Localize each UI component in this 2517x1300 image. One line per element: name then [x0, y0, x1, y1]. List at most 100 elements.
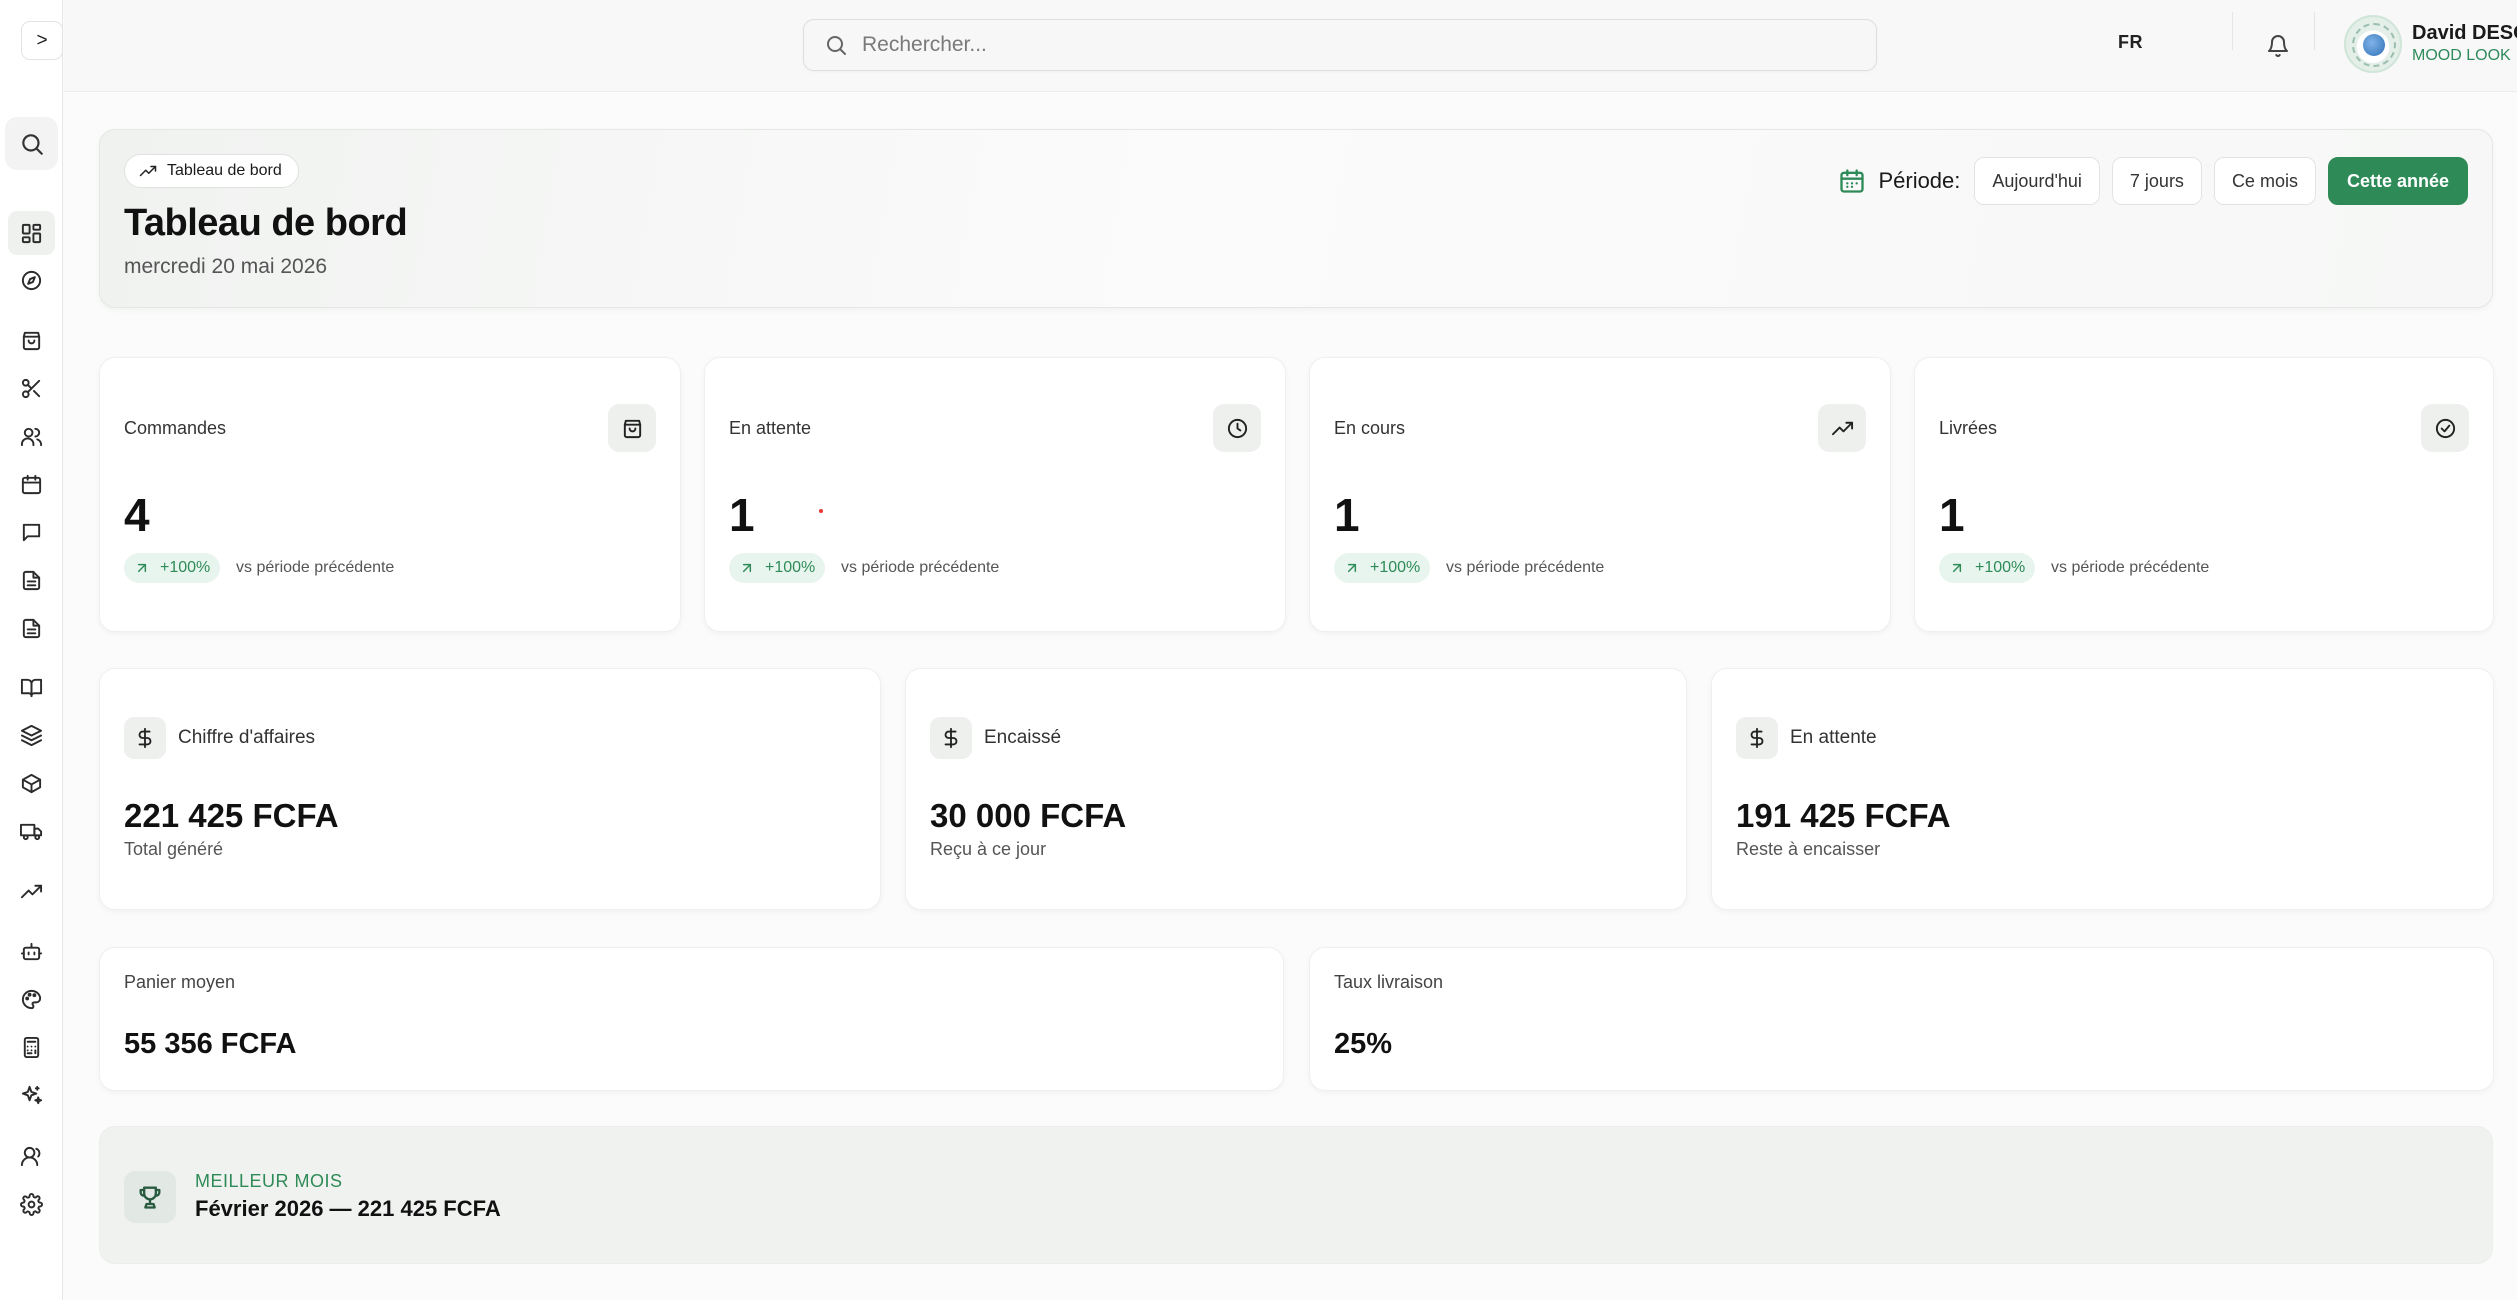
period-selector: Période: Aujourd'hui 7 jours Ce mois Cet… — [1838, 156, 2468, 206]
outstanding-card: En attente 191 425 FCFA Reste à encaisse… — [1711, 668, 2494, 910]
collected-label: Encaissé — [984, 727, 1062, 748]
topbar: FR David DESOU MOOD LOOK — [64, 0, 2517, 92]
arrow-up-right-icon — [742, 563, 752, 573]
outstanding-value: 191 425 FCFA — [1736, 797, 1951, 834]
average-basket-card: Panier moyen 55 356 FCFA — [99, 947, 1284, 1091]
trending-up-icon — [1818, 404, 1866, 452]
trend-value: +100% — [160, 559, 211, 576]
trend-value: +100% — [765, 559, 816, 576]
trend-caption: vs période précédente — [1446, 559, 1605, 576]
search-bar[interactable] — [803, 19, 1877, 71]
stat-label: Commandes — [124, 418, 227, 438]
sidebar-item-invoices[interactable] — [8, 558, 55, 602]
trend-caption: vs période précédente — [2051, 559, 2210, 576]
search-input[interactable] — [862, 33, 1762, 57]
sidebar-item-explore[interactable] — [8, 258, 55, 302]
search-icon — [827, 36, 846, 55]
revenue-caption: Total généré — [124, 839, 224, 859]
collected-caption: Reçu à ce jour — [930, 839, 1047, 859]
sidebar-item-catalog[interactable] — [8, 665, 55, 709]
status-dot — [819, 509, 823, 513]
trend-badge: +100% — [1334, 553, 1431, 583]
user-menu[interactable]: David DESOU MOOD LOOK — [2344, 14, 2517, 76]
sidebar-item-analytics[interactable] — [8, 869, 55, 913]
sidebar-item-collections[interactable] — [8, 713, 55, 757]
file-text-icon — [22, 570, 41, 590]
collected-card: Encaissé 30 000 FCFA Reçu à ce jour — [905, 668, 1687, 910]
period-7-days-button[interactable]: 7 jours — [2111, 157, 2202, 205]
outstanding-caption: Reste à encaisser — [1736, 839, 1881, 859]
revenue-card: Chiffre d'affaires 221 425 FCFA Total gé… — [99, 668, 881, 910]
trophy-icon — [124, 1171, 176, 1223]
palette-icon — [21, 989, 42, 1009]
user-name: David DESOU — [2412, 22, 2517, 44]
revenue-value: 221 425 FCFA — [124, 797, 339, 834]
sidebar-item-team[interactable] — [8, 1134, 55, 1178]
sidebar-search-button[interactable] — [5, 117, 58, 170]
stat-card-pending: En attente 1 +100% vs période précédente — [704, 357, 1286, 632]
sidebar-item-messages[interactable] — [8, 510, 55, 554]
collected-value: 30 000 FCFA — [930, 797, 1127, 834]
dollar-icon — [124, 717, 166, 759]
notifications-button[interactable] — [2260, 28, 2296, 64]
period-label: Période: — [1878, 168, 1961, 193]
delivery-rate-card: Taux livraison 25% — [1309, 947, 2494, 1091]
arrow-up-right-icon — [1952, 563, 1962, 573]
arrow-up-right-icon — [1347, 563, 1357, 573]
stat-value: 4 — [124, 489, 150, 541]
sidebar-item-tailoring[interactable] — [8, 366, 55, 410]
package-icon — [21, 773, 42, 793]
sidebar-item-quotes[interactable] — [8, 606, 55, 650]
page-date: mercredi 20 mai 2026 — [124, 255, 328, 278]
stat-card-delivered: Livrées 1 +100% vs période précédente — [1914, 357, 2494, 632]
layers-icon — [20, 724, 43, 746]
breadcrumb-label: Tableau de bord — [167, 162, 282, 179]
sidebar-item-orders[interactable] — [8, 318, 55, 362]
delivery-rate-label: Taux livraison — [1334, 972, 1444, 992]
sidebar-item-assistant[interactable] — [8, 929, 55, 973]
sidebar-item-dashboard[interactable] — [8, 211, 55, 255]
best-month-label: MEILLEUR MOIS — [195, 1171, 343, 1191]
sidebar-item-design[interactable] — [8, 977, 55, 1021]
arrow-up-right-icon — [137, 563, 147, 573]
dollar-icon — [1736, 717, 1778, 759]
user-company: MOOD LOOK — [2412, 47, 2511, 64]
trend-badge: +100% — [1939, 553, 2036, 583]
stat-label: En cours — [1334, 418, 1406, 438]
clock-icon — [1213, 404, 1261, 452]
stat-value: 1 — [729, 489, 755, 541]
book-open-icon — [20, 678, 43, 697]
file-text-icon — [22, 618, 41, 638]
trend-badge: +100% — [124, 553, 221, 583]
dollar-icon — [930, 717, 972, 759]
calendar-icon — [21, 474, 42, 494]
sidebar-item-deliveries[interactable] — [8, 809, 55, 853]
best-month-banner: MEILLEUR MOIS Février 2026 — 221 425 FCF… — [99, 1126, 2493, 1264]
users-icon — [20, 427, 43, 446]
trending-up-icon — [139, 165, 157, 177]
period-today-button[interactable]: Aujourd'hui — [1974, 157, 2100, 205]
page-title: Tableau de bord — [124, 202, 408, 244]
calendar-icon — [1838, 167, 1866, 195]
divider — [2314, 12, 2315, 50]
period-this-year-button[interactable]: Cette année — [2327, 157, 2468, 205]
average-basket-value: 55 356 FCFA — [124, 1028, 297, 1060]
truck-icon — [20, 823, 43, 840]
sidebar-item-calendar[interactable] — [8, 462, 55, 506]
sidebar-item-stock[interactable] — [8, 761, 55, 805]
check-circle-icon — [2421, 404, 2469, 452]
period-this-month-button[interactable]: Ce mois — [2213, 157, 2316, 205]
trend-caption: vs période précédente — [841, 559, 1000, 576]
trending-up-icon — [20, 884, 43, 898]
bot-icon — [20, 942, 43, 960]
sidebar-item-settings[interactable] — [8, 1182, 55, 1226]
grid-icon — [21, 223, 42, 243]
best-month-value: Février 2026 — 221 425 FCFA — [195, 1196, 501, 1221]
sidebar-toggle-button[interactable]: > — [21, 21, 63, 60]
trend-badge: +100% — [729, 553, 826, 583]
sidebar-item-ai-tools[interactable] — [8, 1073, 55, 1117]
sidebar-item-clients[interactable] — [8, 414, 55, 458]
language-switch[interactable]: FR — [2118, 32, 2143, 53]
sidebar-item-calculator[interactable] — [8, 1025, 55, 1069]
divider — [2232, 12, 2233, 50]
